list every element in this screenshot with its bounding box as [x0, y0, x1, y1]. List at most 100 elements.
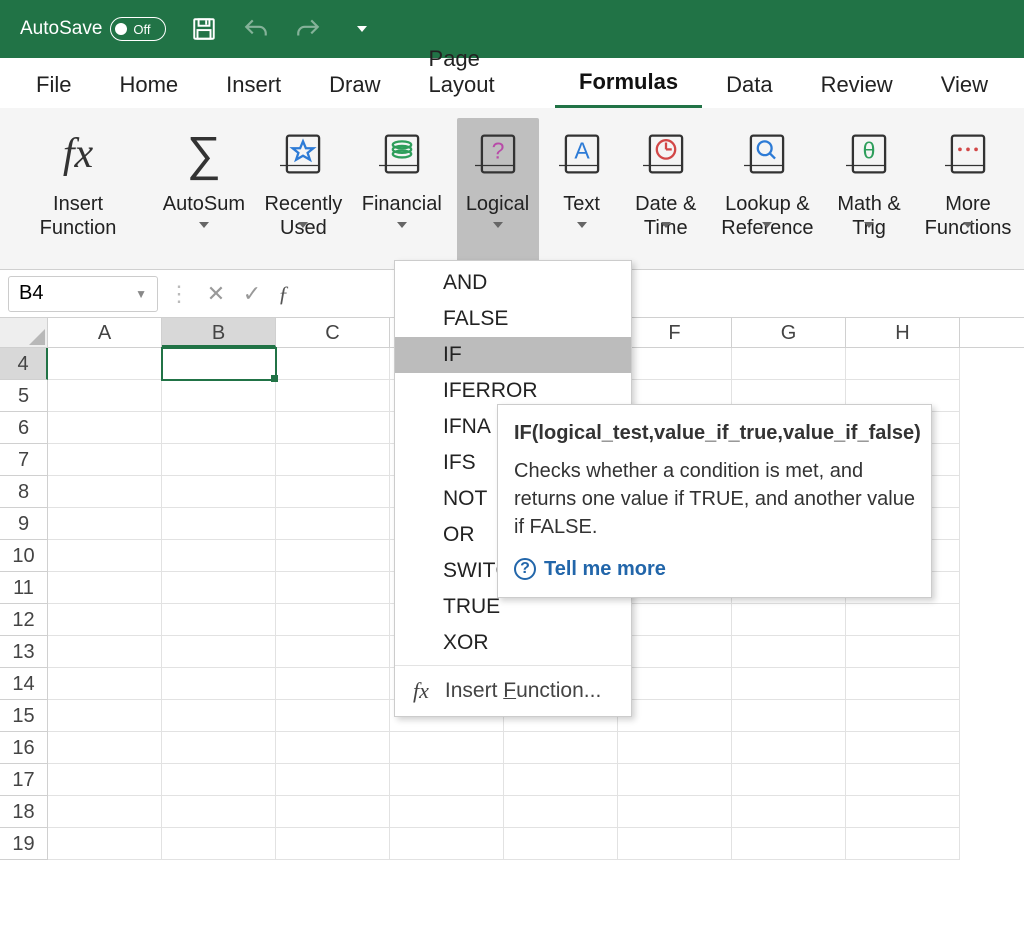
- row-header[interactable]: 13: [0, 636, 48, 668]
- row-header[interactable]: 6: [0, 412, 48, 444]
- cell[interactable]: [732, 604, 846, 636]
- row-header[interactable]: 18: [0, 796, 48, 828]
- cancel-icon[interactable]: ✕: [198, 281, 234, 307]
- row-header[interactable]: 19: [0, 828, 48, 860]
- menu-item-false[interactable]: FALSE: [395, 301, 631, 337]
- cell[interactable]: [618, 732, 732, 764]
- cell[interactable]: [504, 828, 618, 860]
- cell[interactable]: [732, 796, 846, 828]
- cell[interactable]: [276, 444, 390, 476]
- cell[interactable]: [162, 668, 276, 700]
- cell[interactable]: [846, 604, 960, 636]
- cell[interactable]: [390, 764, 504, 796]
- cell[interactable]: [846, 764, 960, 796]
- cell[interactable]: [846, 636, 960, 668]
- cell[interactable]: [846, 828, 960, 860]
- col-header-c[interactable]: C: [276, 318, 390, 347]
- cell[interactable]: [732, 828, 846, 860]
- row-header[interactable]: 4: [0, 348, 48, 380]
- cell[interactable]: [162, 796, 276, 828]
- more-functions-button[interactable]: More Functions: [920, 118, 1016, 269]
- cell[interactable]: [48, 572, 162, 604]
- cell[interactable]: [276, 540, 390, 572]
- row-header[interactable]: 17: [0, 764, 48, 796]
- cell[interactable]: [162, 700, 276, 732]
- date-time-button[interactable]: Date & Time: [625, 118, 707, 269]
- cell[interactable]: [732, 668, 846, 700]
- cell[interactable]: [48, 732, 162, 764]
- cell[interactable]: [504, 732, 618, 764]
- cell[interactable]: [48, 700, 162, 732]
- enter-icon[interactable]: ✓: [234, 281, 270, 307]
- row-header[interactable]: 8: [0, 476, 48, 508]
- cell[interactable]: [276, 796, 390, 828]
- cell[interactable]: [162, 764, 276, 796]
- chevron-down-icon[interactable]: ▼: [135, 287, 147, 301]
- undo-icon[interactable]: [242, 15, 270, 43]
- row-header[interactable]: 9: [0, 508, 48, 540]
- col-header-a[interactable]: A: [48, 318, 162, 347]
- cell[interactable]: [48, 380, 162, 412]
- select-all-corner[interactable]: [0, 318, 48, 347]
- cell[interactable]: [618, 636, 732, 668]
- cell[interactable]: [48, 412, 162, 444]
- cell[interactable]: [162, 380, 276, 412]
- cell[interactable]: [276, 732, 390, 764]
- cell[interactable]: [276, 508, 390, 540]
- menu-insert-function[interactable]: fx Insert Function...: [395, 670, 631, 712]
- cell[interactable]: [618, 828, 732, 860]
- recently-used-button[interactable]: Recently Used: [260, 118, 347, 269]
- tab-draw[interactable]: Draw: [305, 62, 404, 108]
- cell[interactable]: [732, 764, 846, 796]
- cell[interactable]: [504, 764, 618, 796]
- cell[interactable]: [162, 476, 276, 508]
- logical-button[interactable]: ? Logical: [457, 118, 539, 269]
- row-header[interactable]: 12: [0, 604, 48, 636]
- autosave-switch[interactable]: Off: [110, 17, 166, 41]
- row-header[interactable]: 5: [0, 380, 48, 412]
- tab-page-layout[interactable]: Page Layout: [405, 36, 556, 108]
- cell[interactable]: [846, 348, 960, 380]
- cell[interactable]: [162, 572, 276, 604]
- cell[interactable]: [618, 348, 732, 380]
- tooltip-link[interactable]: ? Tell me more: [514, 555, 915, 583]
- cell[interactable]: [618, 668, 732, 700]
- cell[interactable]: [732, 700, 846, 732]
- cell[interactable]: [162, 540, 276, 572]
- cell[interactable]: [618, 700, 732, 732]
- cell[interactable]: [504, 796, 618, 828]
- tab-insert[interactable]: Insert: [202, 62, 305, 108]
- tab-file[interactable]: File: [12, 62, 95, 108]
- col-header-b[interactable]: B: [162, 318, 276, 347]
- cell[interactable]: [276, 828, 390, 860]
- cell[interactable]: [618, 796, 732, 828]
- cell[interactable]: [846, 796, 960, 828]
- cell[interactable]: [390, 828, 504, 860]
- lookup-button[interactable]: Lookup & Reference: [717, 118, 818, 269]
- menu-item-and[interactable]: AND: [395, 265, 631, 301]
- row-header[interactable]: 10: [0, 540, 48, 572]
- cell[interactable]: [48, 636, 162, 668]
- cell[interactable]: [48, 668, 162, 700]
- cell[interactable]: [732, 732, 846, 764]
- cell[interactable]: [732, 348, 846, 380]
- cell[interactable]: [732, 636, 846, 668]
- cell[interactable]: [276, 764, 390, 796]
- save-icon[interactable]: [190, 15, 218, 43]
- cell[interactable]: [618, 604, 732, 636]
- tab-review[interactable]: Review: [797, 62, 917, 108]
- cell[interactable]: [390, 732, 504, 764]
- name-box[interactable]: B4 ▼: [8, 276, 158, 312]
- cell[interactable]: [162, 412, 276, 444]
- row-header[interactable]: 15: [0, 700, 48, 732]
- cell[interactable]: [48, 764, 162, 796]
- text-button[interactable]: A Text: [549, 118, 615, 269]
- autosave-toggle[interactable]: AutoSave Off: [20, 17, 166, 41]
- fx-icon[interactable]: ƒ: [270, 281, 297, 307]
- tab-formulas[interactable]: Formulas: [555, 59, 702, 108]
- cell[interactable]: [48, 796, 162, 828]
- cell[interactable]: [48, 508, 162, 540]
- cell[interactable]: [162, 604, 276, 636]
- cell[interactable]: [276, 668, 390, 700]
- menu-item-if[interactable]: IF: [395, 337, 631, 373]
